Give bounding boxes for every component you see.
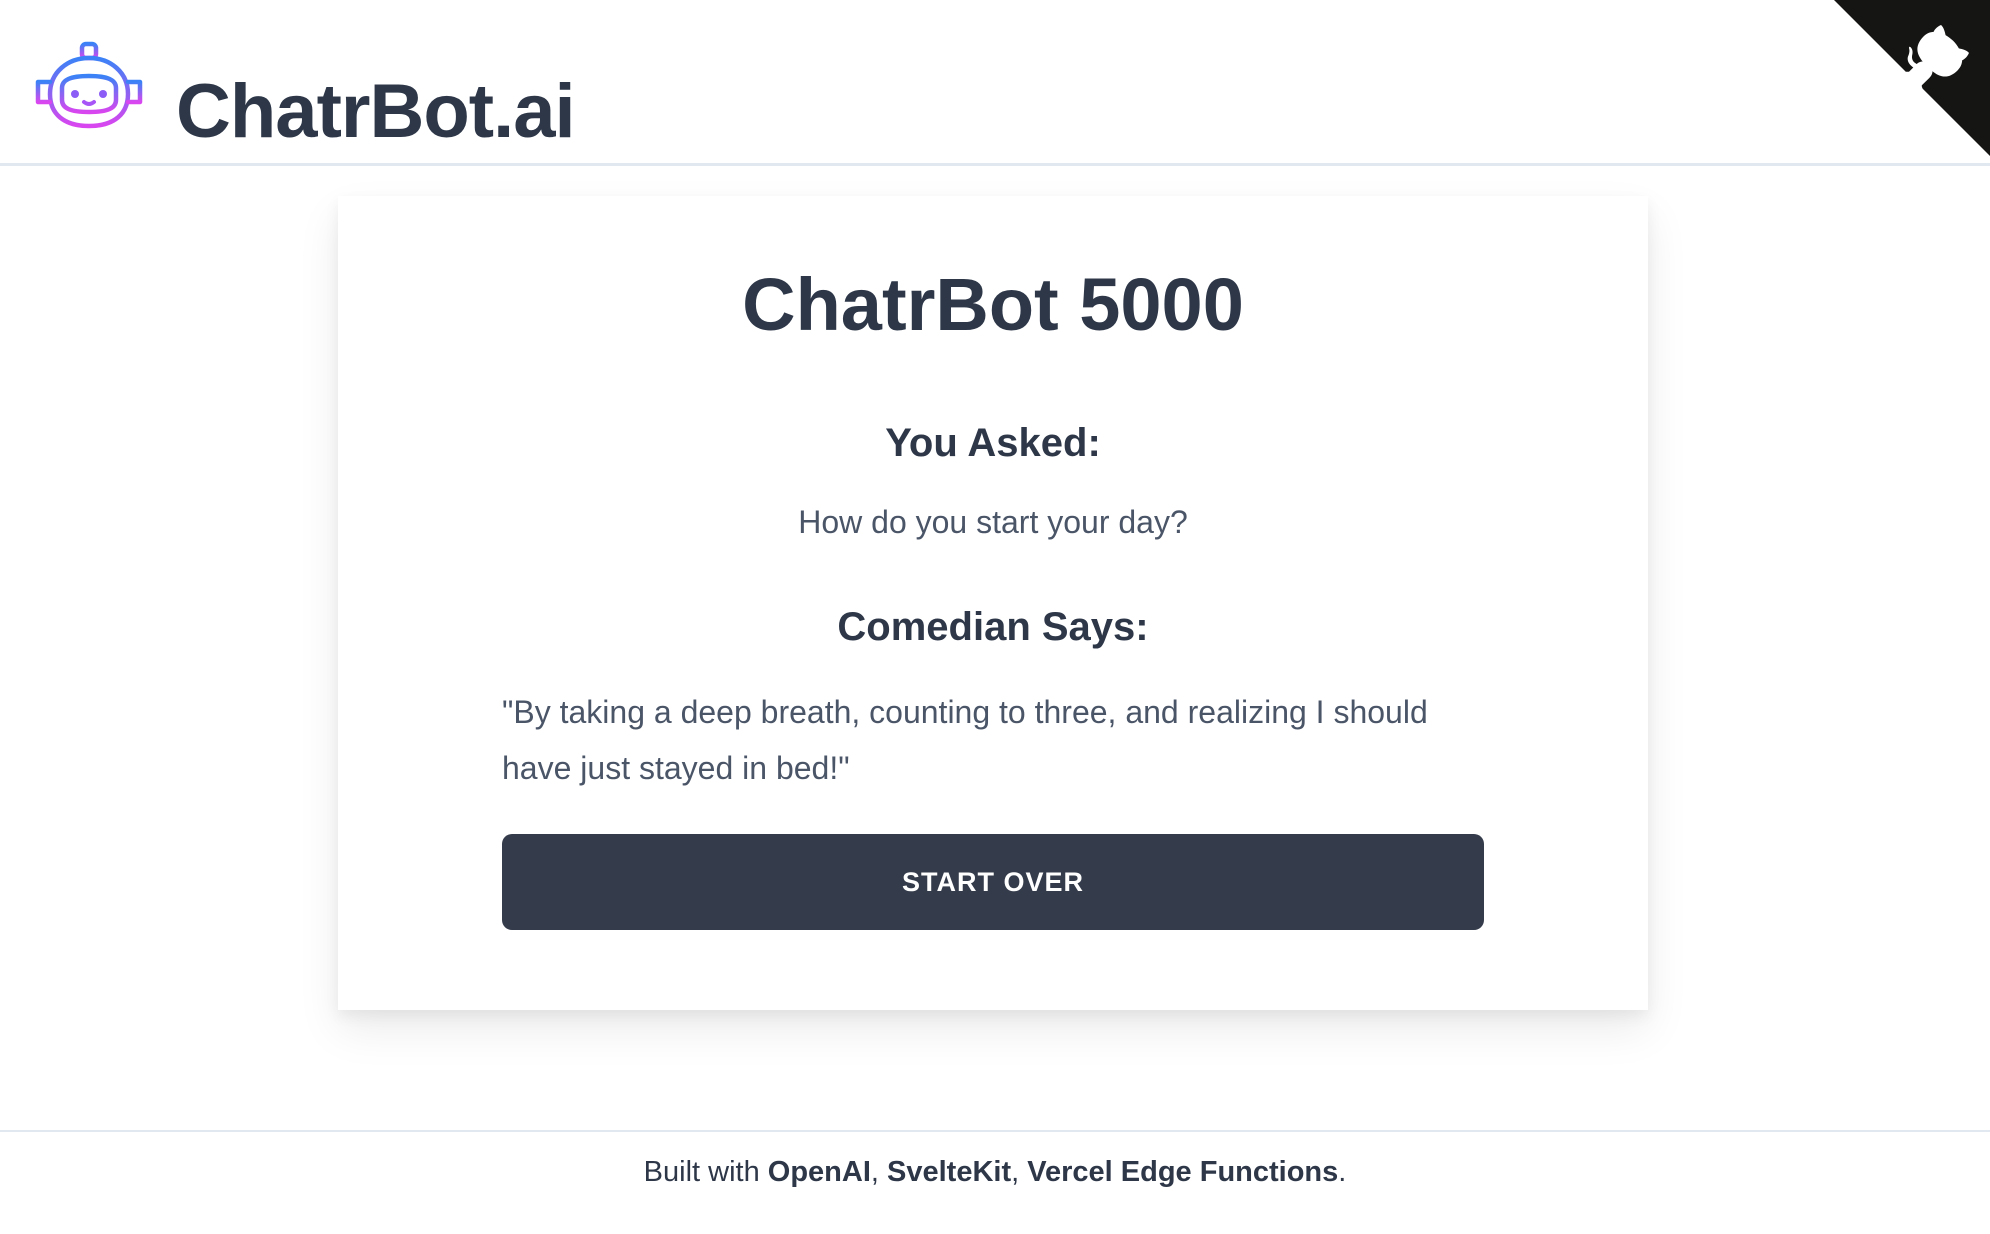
chat-result-card: ChatrBot 5000 You Asked: How do you star… bbox=[338, 196, 1648, 1010]
footer-credits: Built with OpenAI, SvelteKit, Vercel Edg… bbox=[0, 1152, 1990, 1192]
card-title: ChatrBot 5000 bbox=[742, 263, 1244, 346]
robot-head-icon[interactable] bbox=[28, 40, 148, 134]
you-asked-heading: You Asked: bbox=[885, 421, 1101, 465]
footer-link-sveltekit[interactable]: SvelteKit bbox=[887, 1156, 1011, 1188]
site-brand-title[interactable]: ChatrBot.ai bbox=[176, 64, 576, 160]
start-over-button[interactable]: START OVER bbox=[502, 834, 1484, 930]
comedian-says-heading: Comedian Says: bbox=[837, 605, 1149, 649]
footer-suffix: . bbox=[1338, 1156, 1347, 1188]
footer-prefix: Built with bbox=[643, 1156, 768, 1188]
answer-text: "By taking a deep breath, counting to th… bbox=[502, 694, 1428, 786]
github-octocat-icon[interactable] bbox=[1834, 0, 1990, 156]
site-footer: Built with OpenAI, SvelteKit, Vercel Edg… bbox=[0, 1130, 1990, 1234]
footer-link-vercel-edge-functions[interactable]: Vercel Edge Functions bbox=[1027, 1156, 1338, 1188]
footer-separator: , bbox=[1011, 1156, 1028, 1188]
question-text: How do you start your day? bbox=[798, 504, 1188, 540]
footer-separator: , bbox=[870, 1156, 888, 1188]
footer-link-openai[interactable]: OpenAI bbox=[768, 1156, 871, 1188]
site-header: ChatrBot.ai bbox=[0, 0, 1990, 166]
